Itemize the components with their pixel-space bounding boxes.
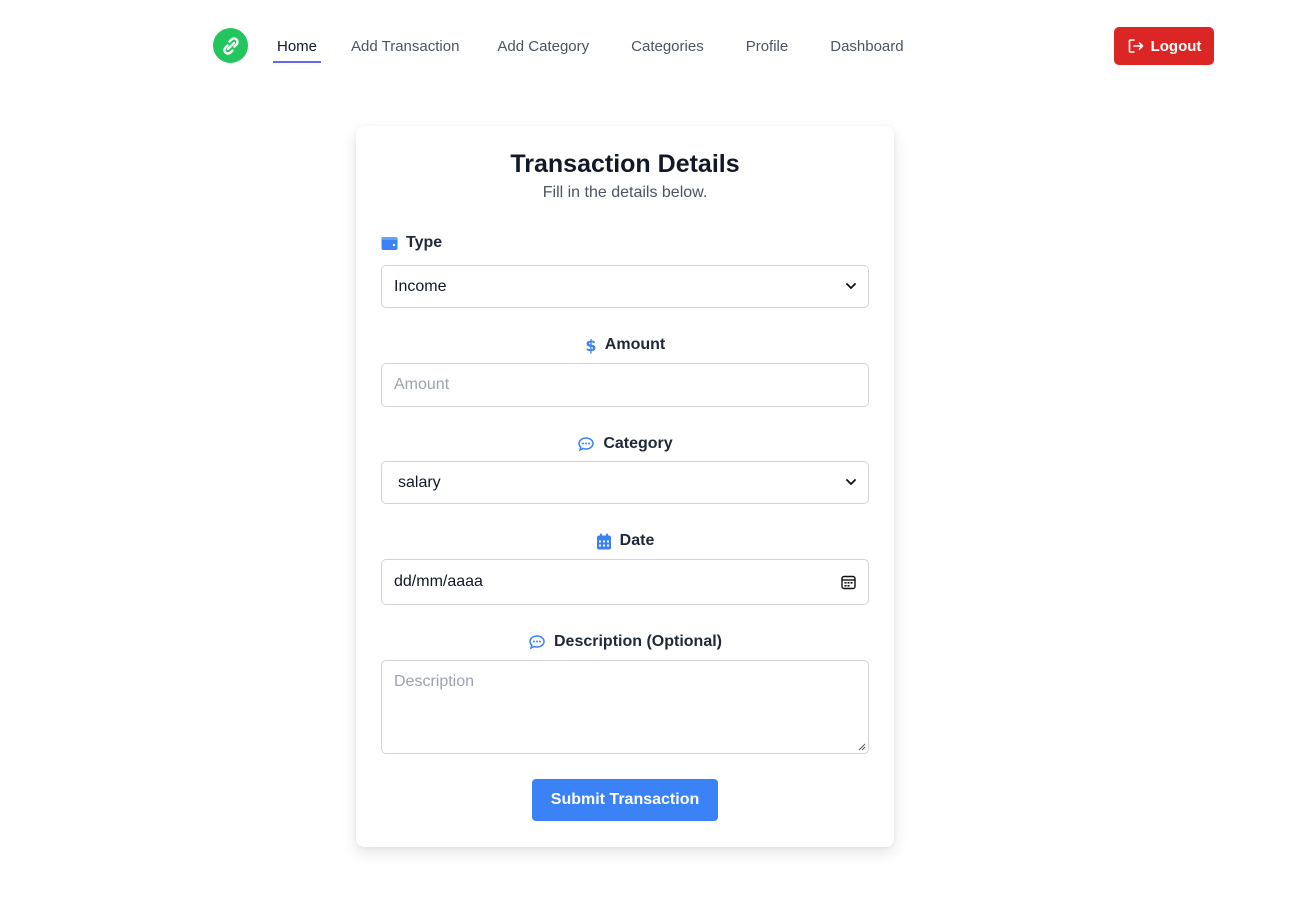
form-subtitle: Fill in the details below. [542, 184, 708, 201]
navbar: Home Add Transaction Add Category Catego… [0, 0, 1299, 94]
type-label: Type [381, 234, 442, 252]
wallet-icon [381, 236, 398, 251]
nav-add-transaction[interactable]: Add Transaction [347, 30, 463, 61]
nav-links: Home Add Transaction Add Category Catego… [273, 30, 938, 64]
date-input[interactable]: dd/mm/aaaa [381, 559, 869, 605]
type-select[interactable]: Income [381, 265, 869, 308]
nav-dashboard[interactable]: Dashboard [826, 30, 907, 61]
description-label: Description (Optional) [356, 633, 894, 651]
link-circle-icon [220, 35, 242, 57]
chat-bubble-icon [577, 436, 595, 452]
nav-home[interactable]: Home [273, 30, 322, 63]
chevron-down-icon [846, 479, 856, 486]
logout-icon [1127, 37, 1145, 55]
transaction-form-card: Transaction Details Fill in the details … [356, 126, 894, 847]
dollar-icon: $ [585, 336, 597, 354]
submit-transaction-button[interactable]: Submit Transaction [532, 779, 718, 821]
logout-label: Logout [1150, 37, 1202, 55]
calendar-picker-icon[interactable] [841, 575, 856, 590]
form-title: Transaction Details [510, 150, 740, 178]
nav-add-category[interactable]: Add Category [493, 30, 593, 61]
category-label: Category [356, 435, 894, 453]
description-textarea[interactable]: Description [381, 660, 869, 754]
amount-input[interactable]: Amount [381, 363, 869, 407]
category-select[interactable]: salary [381, 461, 869, 504]
chat-bubble-icon [528, 634, 546, 650]
calendar-icon [596, 533, 612, 550]
resize-handle-icon[interactable] [858, 743, 866, 751]
chevron-down-icon [846, 283, 856, 290]
svg-text:$: $ [585, 336, 596, 354]
nav-categories[interactable]: Categories [627, 30, 708, 61]
logo[interactable] [213, 28, 248, 63]
date-label: Date [356, 532, 894, 550]
nav-profile[interactable]: Profile [742, 30, 793, 61]
logout-button[interactable]: Logout [1114, 27, 1214, 65]
amount-label: $ Amount [585, 336, 666, 354]
